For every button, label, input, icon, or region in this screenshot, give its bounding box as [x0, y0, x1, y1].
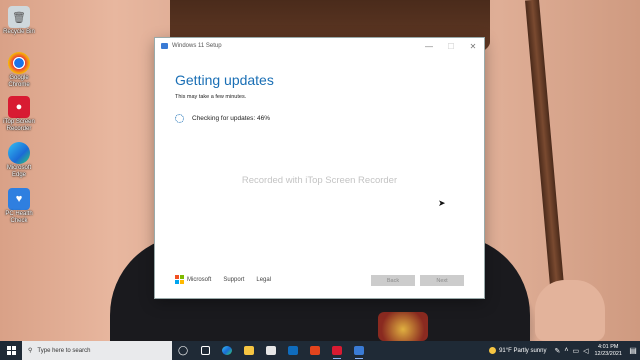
task-view-icon[interactable]: ◯	[172, 341, 194, 360]
close-button[interactable]: ✕	[462, 42, 484, 51]
weather-text: 91°F Partly sunny	[499, 347, 547, 354]
microsoft-brand: Microsoft	[187, 276, 212, 283]
wallpaper-hand	[535, 280, 605, 341]
setup-icon	[161, 43, 168, 49]
pc-health-icon: ♥	[8, 188, 30, 210]
next-button[interactable]: Next	[420, 275, 464, 286]
weather-widget[interactable]: 91°F Partly sunny	[489, 347, 546, 354]
desktop-icon-label: PC Health Check	[5, 211, 33, 224]
wallpaper-wand	[525, 0, 565, 290]
clock-date: 12/23/2021	[594, 350, 622, 357]
search-icon: ⚲	[28, 348, 33, 354]
setup-icon[interactable]	[348, 341, 370, 360]
taskbar: ⚲ Type here to search ◯ 91°F Partly sunn…	[0, 341, 640, 360]
office-icon[interactable]	[304, 341, 326, 360]
start-button[interactable]	[0, 341, 22, 360]
file-explorer-icon[interactable]	[238, 341, 260, 360]
pen-icon[interactable]: ✎	[554, 347, 560, 355]
desktop-icon-pc-health[interactable]: ♥ PC Health Check	[2, 188, 36, 225]
screen-recorder-icon[interactable]	[326, 341, 348, 360]
recycle-bin-icon: 🗑	[8, 6, 30, 28]
window-footer: Microsoft Support Legal	[175, 275, 271, 284]
search-placeholder: Type here to search	[37, 347, 91, 354]
page-title: Getting updates	[175, 72, 274, 88]
notification-icon[interactable]: ▤	[626, 346, 640, 355]
edge-icon[interactable]	[216, 341, 238, 360]
wallpaper-crest	[378, 312, 428, 341]
desktop-icon-label: iTop Screen Recorder	[3, 119, 35, 132]
chevron-up-icon[interactable]: ˄	[564, 347, 568, 354]
microsoft-logo-icon	[175, 275, 184, 284]
screen-recorder-icon: ●	[8, 96, 30, 118]
desktop-icon-edge[interactable]: Microsoft Edge	[2, 142, 36, 179]
progress-status: Checking for updates: 46%	[175, 114, 270, 123]
widgets-icon[interactable]	[194, 341, 216, 360]
desktop-icon-label: Google Chrome	[8, 75, 30, 88]
recorder-watermark: Recorded with iTop Screen Recorder	[241, 175, 398, 186]
desktop-icon-label: Recycle Bin	[3, 29, 35, 35]
spinner-icon	[175, 114, 184, 123]
volume-icon[interactable]: ◁	[583, 347, 588, 355]
store-icon[interactable]	[260, 341, 282, 360]
clock-time: 4:01 PM	[597, 343, 619, 350]
maximize-button[interactable]: ☐	[440, 42, 462, 51]
mouse-cursor-icon: ➤	[438, 198, 446, 208]
title-bar[interactable]: Windows 11 Setup — ☐ ✕	[155, 38, 484, 54]
page-subtitle: This may take a few minutes.	[175, 94, 247, 100]
back-button[interactable]: Back	[371, 275, 415, 286]
network-icon[interactable]: ▭	[572, 347, 579, 355]
mail-icon[interactable]	[282, 341, 304, 360]
clock[interactable]: 4:01 PM 12/23/2021	[594, 344, 622, 358]
desktop-icon-recycle-bin[interactable]: 🗑 Recycle Bin	[2, 6, 36, 36]
minimize-button[interactable]: —	[418, 42, 440, 51]
window-title: Windows 11 Setup	[172, 43, 222, 49]
system-tray: ✎ ˄ ▭ ◁	[552, 347, 590, 355]
progress-label: Checking for updates: 46%	[192, 115, 271, 122]
support-link[interactable]: Support	[223, 277, 244, 283]
edge-icon	[8, 142, 30, 164]
partly-sunny-icon	[489, 347, 497, 354]
taskbar-search[interactable]: ⚲ Type here to search	[22, 341, 172, 360]
windows-logo-icon	[6, 346, 16, 355]
desktop-icon-label: Microsoft Edge	[6, 165, 32, 178]
desktop-icon-itop-recorder[interactable]: ● iTop Screen Recorder	[2, 96, 36, 133]
desktop-icon-chrome[interactable]: Google Chrome	[2, 52, 36, 89]
legal-link[interactable]: Legal	[256, 277, 271, 283]
chrome-icon	[8, 52, 30, 74]
setup-window: Windows 11 Setup — ☐ ✕ Getting updates T…	[155, 38, 484, 298]
